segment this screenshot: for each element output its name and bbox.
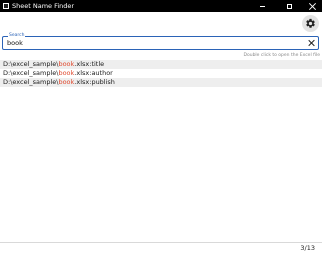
settings-button[interactable] [302,15,319,32]
gear-icon [306,18,315,28]
app-icon [3,3,9,9]
minimize-button[interactable] [250,0,274,12]
result-path: D:\excel_sample\ [3,60,59,68]
result-match: book [58,69,75,77]
page-counter: 3/13 [300,244,315,252]
title-bar[interactable]: Sheet Name Finder [0,0,322,12]
result-path: D:\excel_sample\ [3,69,59,77]
results-list: D:\excel_sample\book.xlsx:title D:\excel… [0,60,322,87]
search-field: Search [2,33,319,50]
window-title: Sheet Name Finder [12,2,75,10]
result-match: book [58,60,75,68]
result-row[interactable]: D:\excel_sample\book.xlsx:title [0,60,322,69]
maximize-button[interactable] [277,0,301,12]
open-hint: Double click to open the Excel file [243,53,321,58]
close-window-button[interactable] [300,0,322,12]
search-input[interactable] [7,38,297,48]
result-path: D:\excel_sample\ [3,78,59,86]
app-window: Sheet Name Finder Search Double click to… [0,0,322,253]
result-row[interactable]: D:\excel_sample\book.xlsx:author [0,69,322,78]
result-sheet: .xlsx:title [74,60,105,68]
clear-search-button[interactable] [308,39,315,47]
result-sheet: .xlsx:publish [74,78,115,86]
result-sheet: .xlsx:author [74,69,113,77]
result-row[interactable]: D:\excel_sample\book.xlsx:publish [0,78,322,87]
close-icon [309,40,315,46]
minimize-icon [259,5,265,7]
result-match: book [58,78,75,86]
close-icon [309,3,316,10]
maximize-icon [286,3,292,9]
status-bar: 3/13 [0,242,322,253]
